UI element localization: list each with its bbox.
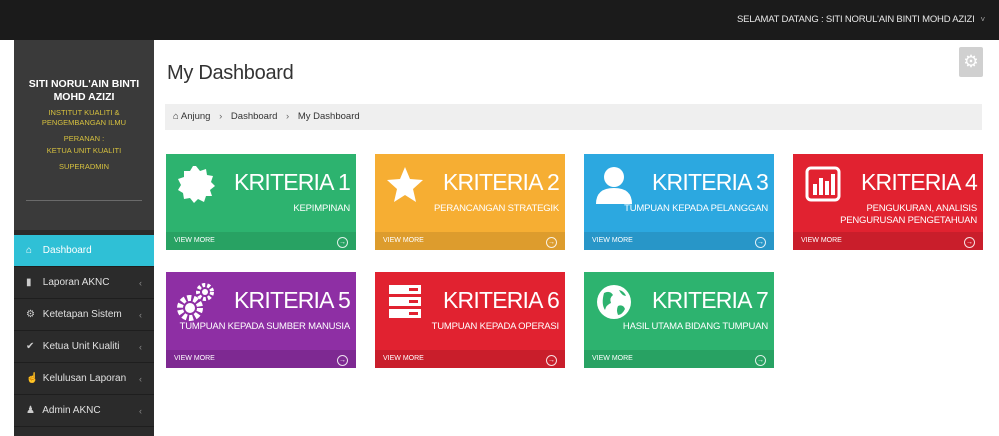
chevron-left-icon: ‹ (139, 342, 142, 352)
view-more-label: VIEW MORE (592, 355, 633, 362)
arrow-circle-right-icon: → (755, 237, 766, 248)
view-more-label: VIEW MORE (383, 237, 424, 244)
sidebar-item-dashboard[interactable]: ⌂ Dashboard (14, 235, 154, 267)
chevron-left-icon: ‹ (139, 278, 142, 288)
user-name: SITI NORUL'AIN BINTI MOHD AZIZI (14, 78, 154, 104)
sidebar-item-label: Kelulusan Laporan (42, 373, 127, 384)
server-icon (389, 285, 421, 318)
tile-description: HASIL UTAMA BIDANG TUMPUAN (622, 321, 768, 332)
tile-title: KRITERIA 7 (652, 287, 769, 313)
arrow-circle-right-icon: → (546, 237, 557, 248)
view-more-link[interactable]: VIEW MORE (166, 350, 356, 368)
kriteria-2-tile[interactable]: KRITERIA 2 PERANCANGAN STRATEGIK VIEW MO… (375, 154, 565, 250)
kriteria-1-tile[interactable]: KRITERIA 1 KEPIMPINAN VIEW MORE → (166, 154, 356, 250)
tile-title: KRITERIA 4 (861, 169, 978, 195)
view-more-label: VIEW MORE (592, 237, 633, 244)
check-icon: ✔ (26, 341, 35, 352)
org-line-2: PENGEMBANGAN ILMU (41, 118, 127, 127)
sidebar-item-label: Admin AKNC (42, 405, 101, 416)
tile-description: TUMPUAN KEPADA SUMBER MANUSIA (179, 321, 351, 332)
breadcrumb-current: My Dashboard (297, 111, 360, 122)
tile-description: TUMPUAN KEPADA PELANGGAN (624, 203, 768, 214)
sidebar-nav: ⌂ Dashboard ▮ Laporan AKNC ‹ ⚙ Ketetapan… (14, 235, 154, 427)
view-more-link[interactable]: VIEW MORE (375, 232, 565, 250)
kriteria-4-tile[interactable]: KRITERIA 4 PENGUKURAN, ANALISIS PENGURUS… (793, 154, 983, 250)
kriteria-7-tile[interactable]: KRITERIA 7 HASIL UTAMA BIDANG TUMPUAN VI… (584, 272, 774, 368)
sidebar-item-label: Ketetapan Sistem (42, 309, 122, 320)
user-name-line-2: MOHD AZIZI (53, 91, 115, 103)
kriteria-5-tile[interactable]: KRITERIA 5 TUMPUAN KEPADA SUMBER MANUSIA… (166, 272, 356, 368)
tile-title: KRITERIA 6 (443, 287, 560, 313)
org-line-1: INSTITUT KUALITI & (48, 108, 120, 117)
bar-chart-icon (805, 166, 841, 202)
tile-description-line-2: PENGURUSAN PENGETAHUAN (840, 215, 977, 226)
user-name-line-1: SITI NORUL'AIN BINTI (28, 78, 140, 90)
page-title: My Dashboard (167, 62, 294, 84)
cogs-icon: ⚙ (26, 309, 35, 320)
user-icon (596, 167, 632, 204)
view-more-label: VIEW MORE (174, 237, 215, 244)
sidebar: SITI NORUL'AIN BINTI MOHD AZIZI INSTITUT… (14, 40, 154, 436)
chevron-down-icon: ˅ (980, 15, 986, 24)
gear-icon: ⚙ (963, 52, 979, 71)
tile-title: KRITERIA 5 (234, 287, 351, 313)
user-profile: SITI NORUL'AIN BINTI MOHD AZIZI INSTITUT… (14, 40, 154, 230)
globe-icon (597, 285, 631, 319)
chevron-left-icon: ‹ (139, 310, 142, 320)
view-more-label: VIEW MORE (801, 237, 842, 244)
tile-title: KRITERIA 3 (652, 169, 769, 195)
breadcrumb: ⌂ Anjung › Dashboard › My Dashboard (165, 104, 982, 130)
kriteria-6-tile[interactable]: KRITERIA 6 TUMPUAN KEPADA OPERASI VIEW M… (375, 272, 565, 368)
cogs-icon (177, 283, 214, 321)
tile-description: TUMPUAN KEPADA OPERASI (431, 321, 560, 332)
chevron-left-icon: ‹ (139, 374, 142, 384)
sidebar-item-ketetapan-sistem[interactable]: ⚙ Ketetapan Sistem ‹ (14, 299, 154, 331)
arrow-circle-right-icon: → (337, 355, 348, 366)
arrow-circle-right-icon: → (964, 237, 975, 248)
sidebar-item-label: Laporan AKNC (42, 277, 110, 288)
view-more-link[interactable]: VIEW MORE (793, 232, 983, 250)
arrow-circle-right-icon: → (546, 355, 557, 366)
tile-description: PERANCANGAN STRATEGIK (434, 203, 559, 214)
file-icon: ▮ (26, 277, 32, 288)
arrow-circle-right-icon: → (337, 237, 348, 248)
tile-description: KEPIMPINAN (293, 203, 350, 214)
view-more-label: VIEW MORE (383, 355, 424, 362)
breadcrumb-separator: › (286, 111, 290, 122)
user-role: KETUA UNIT KUALITI (46, 146, 122, 155)
breadcrumb-separator: › (219, 111, 223, 122)
user-level: SUPERADMIN (58, 162, 109, 171)
user-icon: ♟ (26, 405, 35, 416)
settings-button[interactable]: ⚙ (959, 47, 983, 77)
view-more-link[interactable]: VIEW MORE (375, 350, 565, 368)
welcome-text: SELAMAT DATANG : SITI NORUL'AIN BINTI MO… (737, 14, 975, 25)
breadcrumb-dashboard[interactable]: Dashboard (231, 111, 277, 122)
thumbs-up-icon: ☝ (26, 373, 39, 384)
view-more-link[interactable]: VIEW MORE (166, 232, 356, 250)
user-menu[interactable]: SELAMAT DATANG : SITI NORUL'AIN BINTI MO… (737, 0, 985, 40)
sidebar-item-admin-aknc[interactable]: ♟ Admin AKNC ‹ (14, 395, 154, 427)
top-bar: SELAMAT DATANG : SITI NORUL'AIN BINTI MO… (0, 0, 999, 40)
sidebar-item-kelulusan-laporan[interactable]: ☝ Kelulusan Laporan ‹ (14, 363, 154, 395)
sidebar-item-laporan-aknc[interactable]: ▮ Laporan AKNC ‹ (14, 267, 154, 299)
star-icon (387, 167, 423, 202)
profile-divider (26, 200, 142, 201)
role-label: PERANAN : (63, 134, 105, 143)
badge-icon (178, 166, 215, 203)
arrow-circle-right-icon: → (755, 355, 766, 366)
breadcrumb-home[interactable]: Anjung (181, 111, 211, 122)
home-icon: ⌂ (173, 111, 179, 122)
sidebar-item-label: Dashboard (42, 245, 92, 256)
tile-title: KRITERIA 1 (234, 169, 351, 195)
view-more-label: VIEW MORE (174, 355, 215, 362)
tile-title: KRITERIA 2 (443, 169, 560, 195)
sidebar-item-label: Ketua Unit Kualiti (42, 341, 120, 352)
view-more-link[interactable]: VIEW MORE (584, 232, 774, 250)
home-icon: ⌂ (26, 245, 33, 256)
view-more-link[interactable]: VIEW MORE (584, 350, 774, 368)
tile-description: PENGUKURAN, ANALISIS (866, 203, 977, 214)
kriteria-3-tile[interactable]: KRITERIA 3 TUMPUAN KEPADA PELANGGAN VIEW… (584, 154, 774, 250)
sidebar-item-ketua-unit-kualiti[interactable]: ✔ Ketua Unit Kualiti ‹ (14, 331, 154, 363)
chevron-left-icon: ‹ (139, 406, 142, 416)
